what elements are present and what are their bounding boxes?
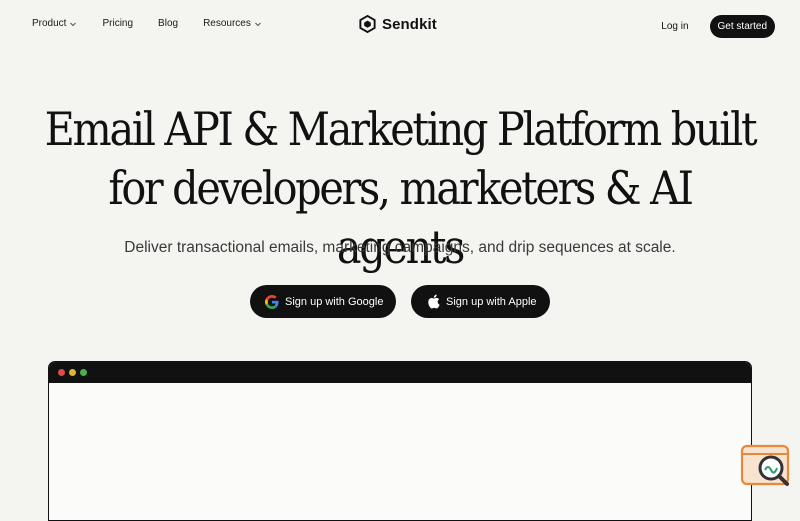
login-link[interactable]: Log in: [661, 21, 688, 32]
get-started-button[interactable]: Get started: [709, 15, 775, 38]
hero-title-line-1: Email API & Marketing Platform built: [44, 102, 758, 156]
apple-icon: [428, 294, 440, 309]
google-signup-label: Sign up with Google: [285, 295, 384, 308]
nav-links: Product Pricing Blog Resources: [32, 18, 287, 29]
chevron-down-icon: [70, 22, 77, 26]
chevron-down-icon: [255, 22, 261, 26]
nav-product-label: Product: [32, 18, 67, 29]
google-icon: [265, 294, 279, 309]
app-preview-window: [48, 361, 752, 521]
search-widget-badge[interactable]: [740, 444, 792, 490]
nav-resources-menu[interactable]: Resources: [203, 18, 262, 29]
nav-product-menu[interactable]: Product: [32, 18, 77, 29]
brand-name: Sendkit: [382, 15, 437, 33]
nav-resources-label: Resources: [203, 18, 251, 29]
nav-blog-link[interactable]: Blog: [158, 18, 178, 29]
hero-subtitle: Deliver transactional emails, marketing …: [124, 239, 676, 256]
apple-signup-button[interactable]: Sign up with Apple: [411, 285, 550, 318]
apple-signup-label: Sign up with Apple: [446, 295, 537, 308]
window-maximize-dot: [80, 369, 87, 376]
window-title-bar: [49, 362, 751, 383]
search-widget-icon: [740, 444, 790, 486]
nav-pricing-link[interactable]: Pricing: [102, 18, 133, 29]
hero-title-line-2: for developers, marketers & AI agents: [108, 161, 694, 274]
google-signup-button[interactable]: Sign up with Google: [250, 285, 396, 318]
nav-actions: Log in Get started: [661, 15, 775, 38]
window-minimize-dot: [69, 369, 76, 376]
window-close-dot: [58, 369, 65, 376]
sendkit-logo-icon: [359, 14, 376, 34]
top-navigation: Product Pricing Blog Resources Sendkit L…: [0, 0, 800, 52]
brand-logo[interactable]: Sendkit: [358, 14, 437, 34]
